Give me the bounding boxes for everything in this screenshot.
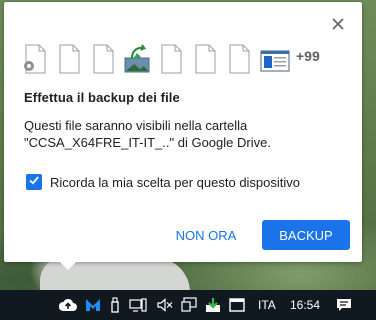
backup-dialog: +99 Effettua il backup dei file Questi f… — [4, 2, 362, 262]
remember-choice-label: Ricorda la mia scelta per questo disposi… — [50, 174, 301, 190]
image-file-icon — [124, 44, 150, 74]
language-indicator[interactable]: ITA — [258, 296, 276, 314]
dialog-pointer — [58, 260, 78, 270]
device-icon[interactable] — [128, 296, 148, 314]
more-files-count: +99 — [296, 48, 320, 64]
close-button[interactable] — [328, 16, 348, 36]
description-line: "CCSA_X64FRE_IT-IT_.." di Google Drive. — [24, 135, 271, 150]
network-icon[interactable] — [180, 296, 198, 314]
settings-file-icon — [22, 44, 48, 74]
usb-drive-icon[interactable] — [108, 296, 122, 314]
checkmark-icon — [28, 173, 40, 191]
file-icon — [90, 44, 116, 74]
file-icon — [192, 44, 218, 74]
remember-choice-row[interactable]: Ricorda la mia scelta per questo disposi… — [26, 174, 300, 190]
not-now-button[interactable]: NON ORA — [168, 220, 244, 250]
description-line: Questi file saranno visibili nella carte… — [24, 118, 248, 133]
antivirus-icon[interactable] — [84, 296, 102, 314]
file-icon — [56, 44, 82, 74]
close-icon — [332, 17, 344, 35]
clock[interactable]: 16:54 — [290, 296, 320, 314]
window-file-icon — [260, 44, 290, 74]
notifications-icon[interactable] — [334, 296, 354, 314]
remember-choice-checkbox[interactable] — [26, 174, 42, 190]
window-app-icon[interactable] — [228, 296, 246, 314]
file-preview-list — [22, 42, 298, 74]
dialog-description: Questi file saranno visibili nella carte… — [24, 117, 344, 151]
file-icon — [226, 44, 252, 74]
file-icon — [158, 44, 184, 74]
backup-button[interactable]: BACKUP — [262, 220, 350, 250]
backup-cloud-icon[interactable] — [58, 296, 78, 314]
dialog-title: Effettua il backup dei file — [24, 90, 180, 105]
download-icon[interactable] — [204, 296, 222, 314]
volume-muted-icon[interactable] — [156, 296, 174, 314]
